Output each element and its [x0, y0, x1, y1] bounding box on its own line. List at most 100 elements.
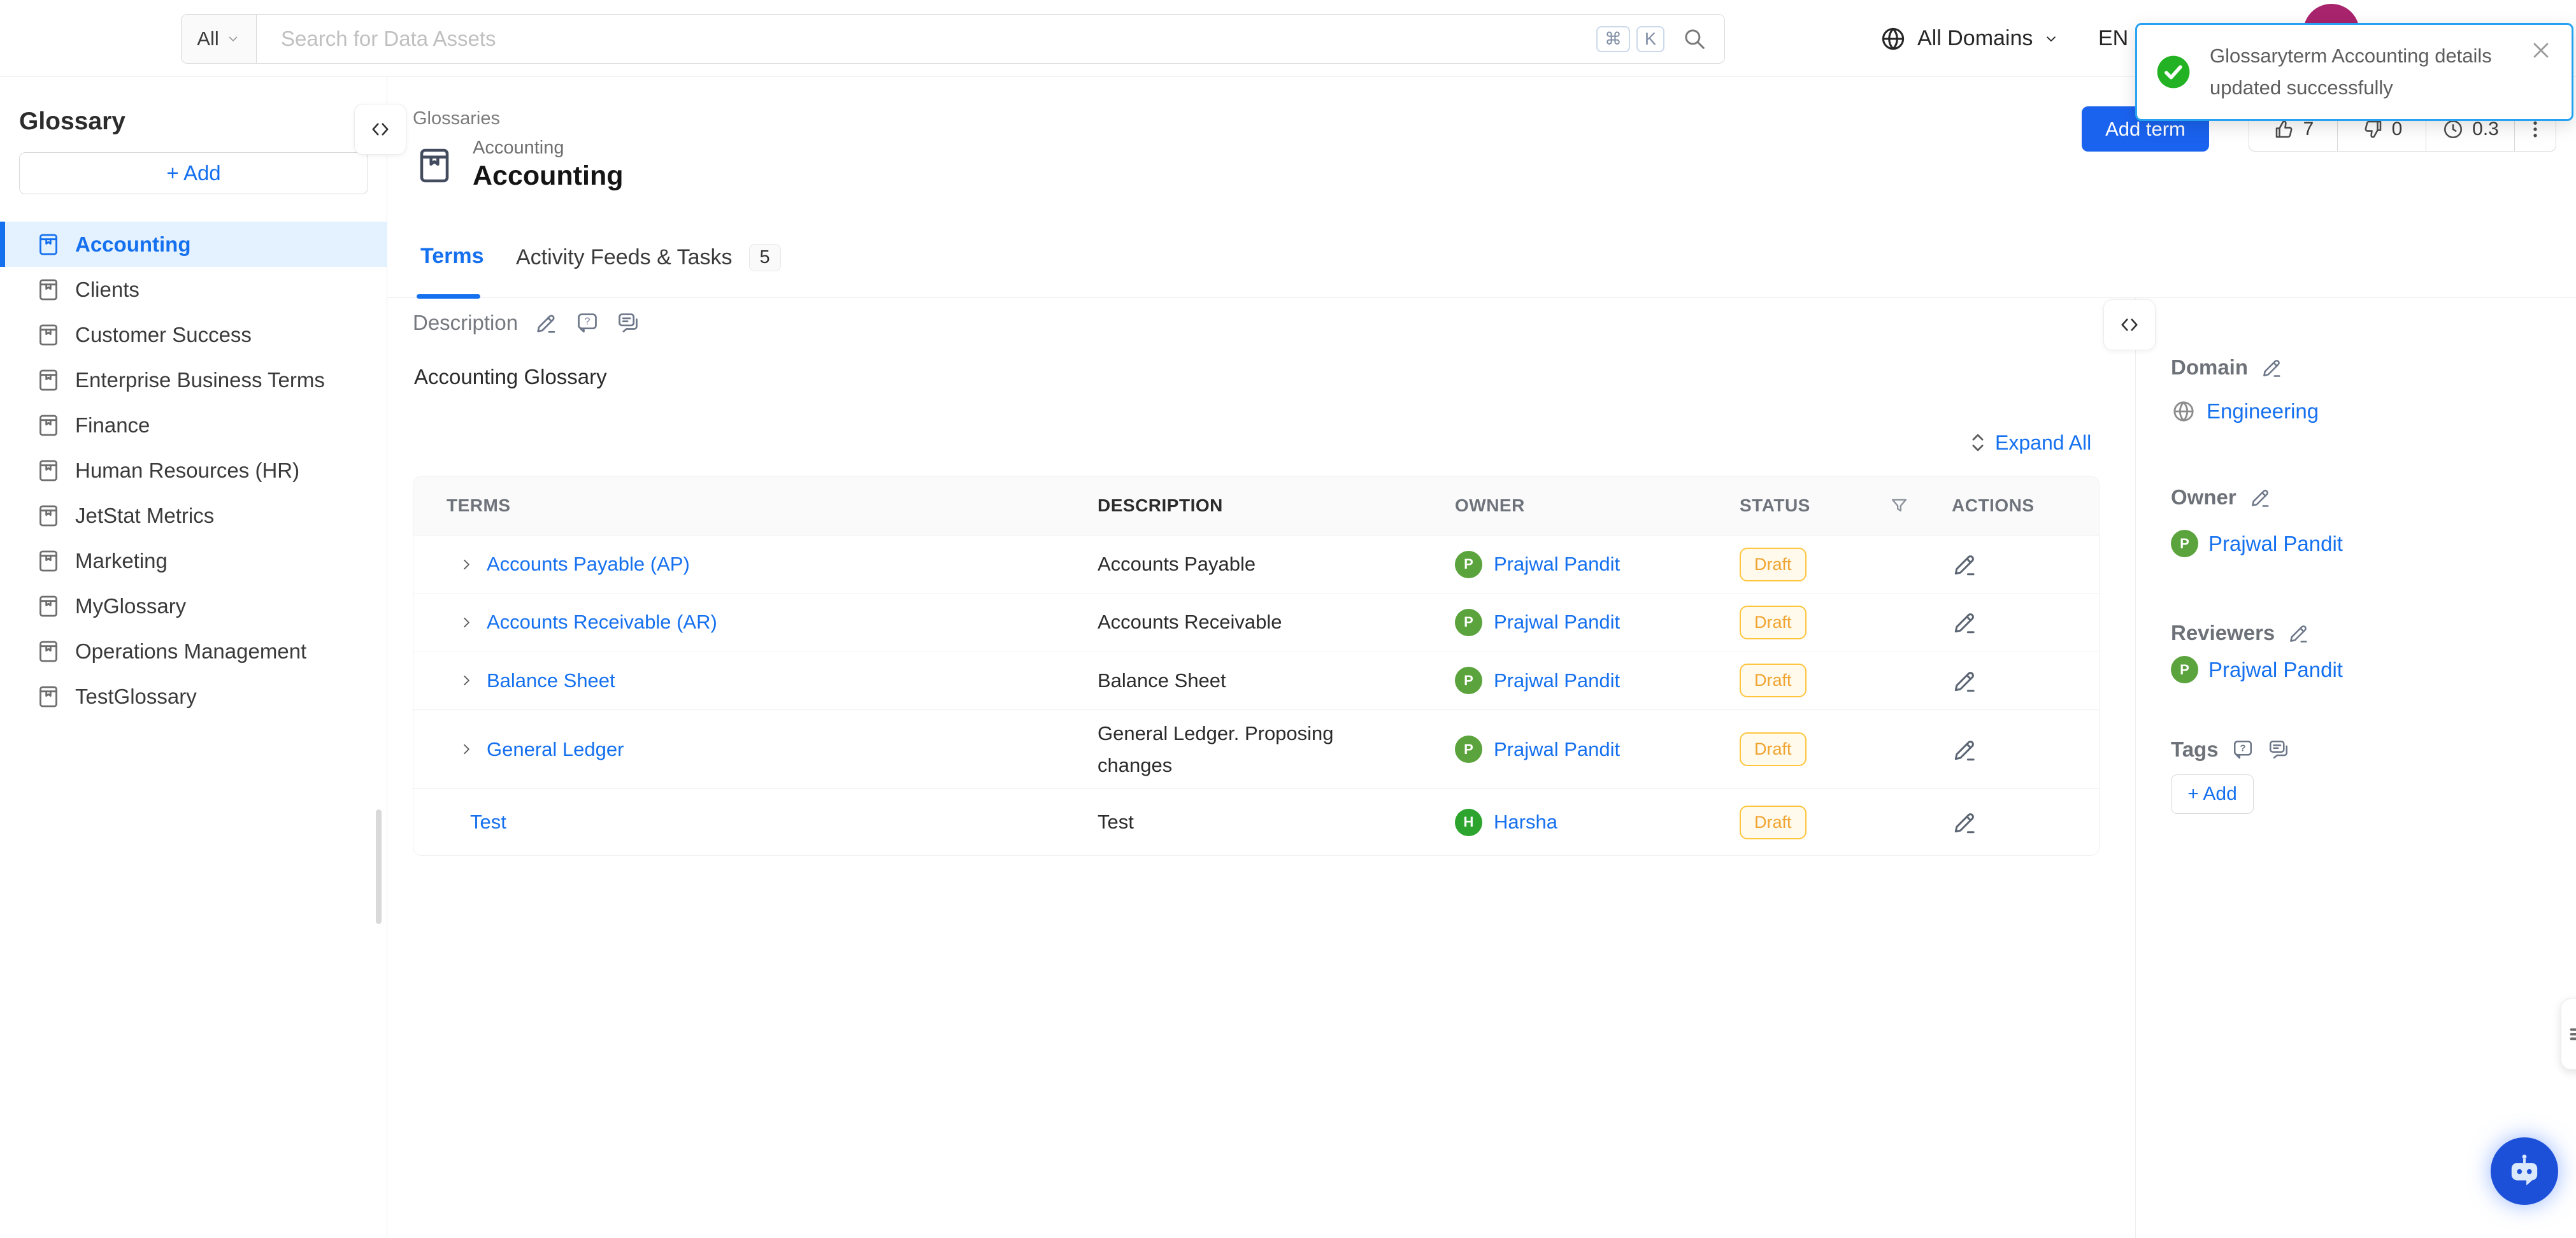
- edit-pencil-icon[interactable]: [2287, 622, 2310, 644]
- activity-count-badge: 5: [749, 244, 781, 271]
- edit-pencil-icon[interactable]: [1952, 551, 1979, 578]
- sidebar-item-label: TestGlossary: [75, 685, 197, 709]
- owner-link[interactable]: Prajwal Pandit: [2208, 532, 2343, 556]
- all-domains-selector[interactable]: All Domains: [1879, 0, 2059, 77]
- version-number: 0.3: [2472, 118, 2499, 140]
- sidebar-item-label: Operations Management: [75, 639, 306, 664]
- sidebar-item-marketing[interactable]: Marketing: [0, 538, 387, 583]
- language-label: EN: [2098, 26, 2128, 51]
- term-link[interactable]: Test: [470, 811, 506, 834]
- edit-pencil-icon[interactable]: [1952, 736, 1979, 763]
- term-link[interactable]: General Ledger: [487, 738, 624, 761]
- sidebar-item-jetstat-metrics[interactable]: JetStat Metrics: [0, 493, 387, 538]
- description-label: Description: [413, 311, 518, 335]
- sidebar-item-human-resources[interactable]: Human Resources (HR): [0, 448, 387, 493]
- sidebar-item-enterprise-business-terms[interactable]: Enterprise Business Terms: [0, 357, 387, 402]
- glossary-book-icon: [36, 548, 61, 574]
- add-glossary-button[interactable]: + Add: [19, 152, 368, 194]
- description-text: Accounting Glossary: [414, 365, 607, 389]
- edit-pencil-icon[interactable]: [2249, 486, 2272, 509]
- sidebar-item-testglossary[interactable]: TestGlossary: [0, 674, 387, 719]
- tab-activity-label: Activity Feeds & Tasks: [516, 245, 733, 270]
- global-search[interactable]: All Search for Data Assets ⌘ K: [181, 14, 1725, 64]
- sidebar-item-myglossary[interactable]: MyGlossary: [0, 583, 387, 629]
- column-header-actions: ACTIONS: [1933, 495, 2099, 516]
- sidebar-item-operations-management[interactable]: Operations Management: [0, 629, 387, 674]
- expand-all-button[interactable]: Expand All: [1966, 430, 2091, 455]
- expand-row-icon[interactable]: [458, 741, 475, 758]
- glossary-book-icon: [36, 367, 61, 393]
- edit-pencil-icon[interactable]: [534, 311, 559, 335]
- toast-message: Glossaryterm Accounting details updated …: [2210, 40, 2496, 104]
- term-link[interactable]: Balance Sheet: [487, 669, 615, 692]
- filter-icon[interactable]: [1889, 495, 1910, 516]
- domain-value-row: Engineering: [2171, 399, 2319, 424]
- collapse-left-panel-button[interactable]: [354, 104, 406, 155]
- request-tags-icon[interactable]: ?: [2231, 738, 2254, 761]
- chevron-down-icon: [2043, 31, 2059, 47]
- sidebar-item-label: JetStat Metrics: [75, 504, 214, 528]
- owner-link[interactable]: Prajwal Pandit: [1494, 669, 1620, 692]
- table-row: General Ledger General Ledger. Proposing…: [413, 710, 2099, 789]
- add-tag-button[interactable]: + Add: [2171, 774, 2254, 814]
- term-link[interactable]: Accounts Receivable (AR): [487, 611, 717, 634]
- tab-terms[interactable]: Terms: [420, 244, 484, 269]
- sidebar-item-finance[interactable]: Finance: [0, 402, 387, 448]
- breadcrumb[interactable]: Glossaries: [413, 108, 500, 129]
- sidebar-item-accounting[interactable]: Accounting: [0, 222, 387, 267]
- column-header-status: STATUS: [1740, 495, 1933, 516]
- owner-link[interactable]: Prajwal Pandit: [1494, 738, 1620, 761]
- edge-widget-handle[interactable]: [2561, 999, 2576, 1070]
- owner-avatar: P: [1455, 667, 1482, 694]
- chat-bot-button[interactable]: [2491, 1137, 2558, 1205]
- table-row: Test Test H Harsha Draft: [413, 789, 2099, 855]
- request-update-icon[interactable]: ?: [575, 311, 599, 335]
- owner-link[interactable]: Prajwal Pandit: [1494, 553, 1620, 576]
- owner-section: Owner: [2171, 485, 2272, 509]
- expand-row-icon[interactable]: [458, 614, 475, 631]
- domain-link[interactable]: Engineering: [2207, 399, 2319, 423]
- close-icon[interactable]: [2528, 38, 2554, 63]
- search-icon[interactable]: [1681, 25, 1708, 52]
- table-header: TERMS DESCRIPTION OWNER STATUS ACTIONS: [413, 476, 2099, 536]
- reviewers-label: Reviewers: [2171, 621, 2275, 645]
- collapse-right-panel-button[interactable]: [2103, 299, 2156, 350]
- comments-icon[interactable]: [2267, 738, 2290, 761]
- sidebar-item-label: MyGlossary: [75, 594, 186, 618]
- code-brackets-icon: [369, 118, 392, 141]
- search-input[interactable]: Search for Data Assets: [257, 27, 1596, 51]
- globe-icon: [2171, 399, 2196, 424]
- owner-avatar: P: [1455, 551, 1482, 578]
- expand-row-icon[interactable]: [458, 556, 475, 573]
- sidebar-item-label: Clients: [75, 278, 140, 302]
- reviewer-link[interactable]: Prajwal Pandit: [2208, 658, 2343, 682]
- table-row: Accounts Payable (AP) Accounts Payable P…: [413, 536, 2099, 594]
- domain-label: Domain: [2171, 355, 2248, 380]
- edit-pencil-icon[interactable]: [2261, 356, 2284, 379]
- search-scope-select[interactable]: All: [182, 15, 257, 63]
- status-badge: Draft: [1740, 606, 1807, 639]
- search-scope-label: All: [197, 27, 218, 50]
- upvote-count: 7: [2303, 118, 2314, 140]
- expand-row-icon[interactable]: [458, 672, 475, 689]
- sidebar-item-label: Marketing: [75, 549, 168, 573]
- edit-pencil-icon[interactable]: [1952, 667, 1979, 694]
- sidebar-item-label: Customer Success: [75, 323, 252, 347]
- column-header-owner: OWNER: [1455, 495, 1740, 516]
- edit-pencil-icon[interactable]: [1952, 609, 1979, 636]
- edit-pencil-icon[interactable]: [1952, 809, 1979, 836]
- right-panel-divider: [2135, 298, 2136, 1238]
- glossary-book-icon: [36, 458, 61, 483]
- comments-icon[interactable]: [616, 311, 640, 335]
- sidebar-item-customer-success[interactable]: Customer Success: [0, 312, 387, 357]
- robot-icon: [2505, 1151, 2544, 1191]
- sidebar-scrollbar[interactable]: [376, 809, 382, 924]
- term-link[interactable]: Accounts Payable (AP): [487, 553, 690, 576]
- owner-link[interactable]: Prajwal Pandit: [1494, 611, 1620, 634]
- glossary-book-icon: [36, 413, 61, 438]
- terms-table: TERMS DESCRIPTION OWNER STATUS ACTIONS A…: [413, 476, 2100, 856]
- tab-activity-feeds[interactable]: Activity Feeds & Tasks 5: [516, 244, 781, 271]
- description-header: Description ?: [413, 311, 640, 335]
- owner-link[interactable]: Harsha: [1494, 811, 1557, 834]
- sidebar-item-clients[interactable]: Clients: [0, 267, 387, 312]
